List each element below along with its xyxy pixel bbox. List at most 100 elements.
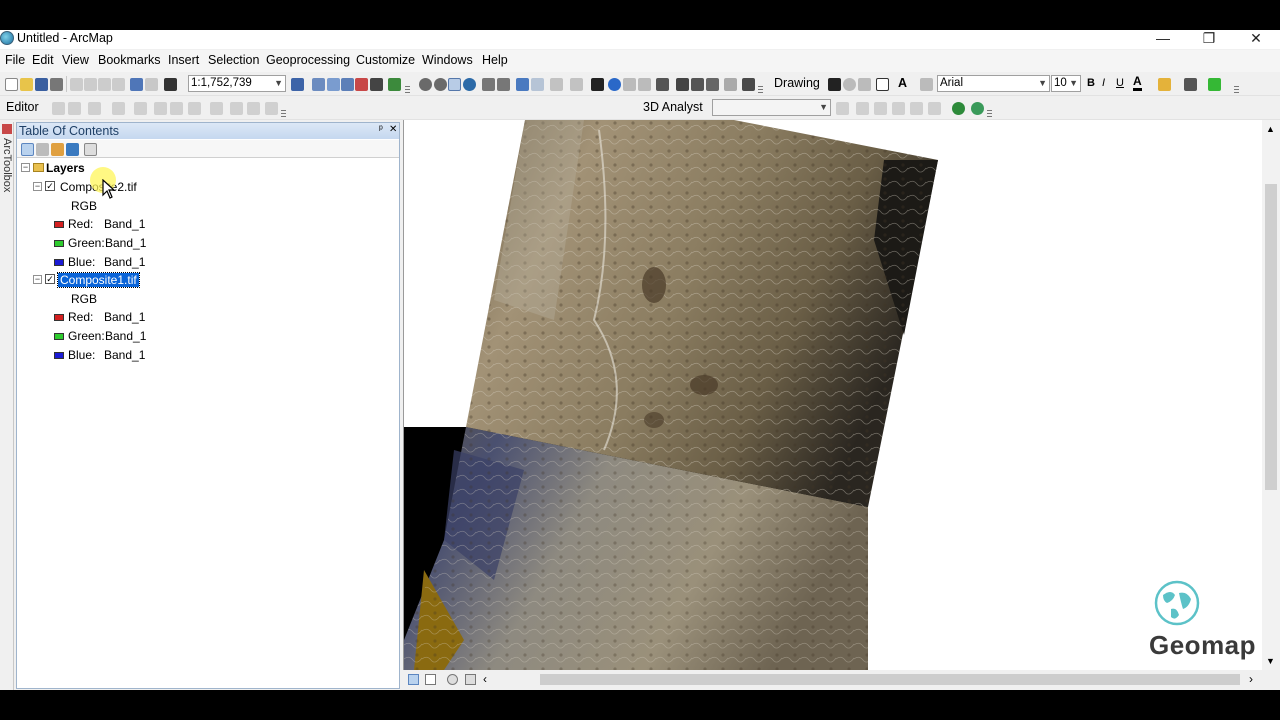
find-icon[interactable] <box>676 78 689 91</box>
fixed-zoom-in-icon[interactable] <box>482 78 495 91</box>
print-icon[interactable] <box>50 78 63 91</box>
identify-icon[interactable] <box>608 78 621 91</box>
restore-button[interactable]: ❐ <box>1186 30 1232 49</box>
bold-button[interactable]: B <box>1087 77 1095 89</box>
arctoolbox-strip[interactable]: ArcToolbox <box>0 122 14 690</box>
add-data-icon[interactable] <box>164 78 177 91</box>
rotate-tool-icon[interactable] <box>210 102 223 115</box>
vertical-scroll-thumb[interactable] <box>1265 184 1277 490</box>
delete-icon[interactable] <box>112 78 125 91</box>
arctoolbox-icon[interactable] <box>355 78 368 91</box>
marker-color-icon[interactable] <box>1208 78 1221 91</box>
drawing-menu[interactable]: Drawing <box>774 76 820 90</box>
find-route-icon[interactable] <box>691 78 704 91</box>
horizontal-scroll-thumb[interactable] <box>540 674 1240 685</box>
straight-segment-icon[interactable] <box>88 102 101 115</box>
new-document-icon[interactable] <box>5 78 18 91</box>
minimize-button[interactable]: — <box>1140 30 1186 49</box>
line-of-sight-icon[interactable] <box>874 102 887 115</box>
select-elements-icon[interactable] <box>591 78 604 91</box>
copy-icon[interactable] <box>84 78 97 91</box>
list-by-drawing-order-icon[interactable] <box>21 143 34 156</box>
model-builder-icon[interactable] <box>388 78 401 91</box>
back-extent-icon[interactable] <box>516 78 529 91</box>
menu-file[interactable]: File <box>5 53 25 67</box>
close-button[interactable]: ✕ <box>1233 30 1279 49</box>
arcglobe-icon[interactable] <box>971 102 984 115</box>
menu-selection[interactable]: Selection <box>208 53 259 67</box>
editor-toolbar-icon[interactable] <box>291 78 304 91</box>
rotate-icon[interactable] <box>843 78 856 91</box>
menu-windows[interactable]: Windows <box>422 53 473 67</box>
html-popup-icon[interactable] <box>638 78 651 91</box>
data-view-icon[interactable] <box>408 674 419 685</box>
toc-window-icon[interactable] <box>312 78 325 91</box>
fill-color-icon[interactable] <box>1158 78 1171 91</box>
layer-visibility-checkbox[interactable]: ✓ <box>45 181 55 191</box>
cut-icon[interactable] <box>70 78 83 91</box>
refresh-view-icon[interactable] <box>447 674 458 685</box>
steepest-path-icon[interactable] <box>856 102 869 115</box>
interpolate-point-icon[interactable] <box>910 102 923 115</box>
edit-annotation-icon[interactable] <box>68 102 81 115</box>
underline-button[interactable]: U <box>1116 77 1124 89</box>
undo-icon[interactable] <box>130 78 143 91</box>
toc-close-icon[interactable]: ✕ <box>389 124 397 135</box>
python-window-icon[interactable] <box>370 78 383 91</box>
scroll-down-icon[interactable]: ▼ <box>1266 656 1275 666</box>
measure-icon[interactable] <box>656 78 669 91</box>
menu-edit[interactable]: Edit <box>32 53 54 67</box>
open-folder-icon[interactable] <box>20 78 33 91</box>
edit-vertices-icon[interactable] <box>920 78 933 91</box>
zoom-to-elements-icon[interactable] <box>858 78 871 91</box>
reshape-icon[interactable] <box>154 102 167 115</box>
select-elements-icon-2[interactable] <box>828 78 841 91</box>
font-color-button[interactable]: A <box>1133 75 1142 91</box>
list-by-selection-icon[interactable] <box>66 143 79 156</box>
sketch-properties-icon[interactable] <box>247 102 260 115</box>
contour-icon[interactable] <box>836 102 849 115</box>
split-tool-icon[interactable] <box>134 102 147 115</box>
clear-selection-icon[interactable] <box>570 78 583 91</box>
editor-menu[interactable]: Editor <box>6 100 39 114</box>
layout-view-icon[interactable] <box>425 674 436 685</box>
save-icon[interactable] <box>35 78 48 91</box>
hyperlink-icon[interactable] <box>623 78 636 91</box>
menu-help[interactable]: Help <box>482 53 508 67</box>
map-scale-combo[interactable]: 1:1,752,739 ▼ <box>188 75 286 92</box>
select-features-icon[interactable] <box>550 78 563 91</box>
pause-drawing-icon[interactable] <box>465 674 476 685</box>
scroll-up-icon[interactable]: ▲ <box>1266 124 1275 134</box>
attributes-icon[interactable] <box>230 102 243 115</box>
layer-name-composite1[interactable]: Composite1.tif <box>57 272 140 288</box>
construction-tools-icon[interactable] <box>112 102 125 115</box>
edit-tool-icon[interactable] <box>52 102 65 115</box>
list-by-source-icon[interactable] <box>36 143 49 156</box>
3d-analyst-layer-combo[interactable]: ▼ <box>712 99 831 116</box>
pin-icon[interactable]: ᵖ <box>379 124 383 135</box>
pan-icon[interactable] <box>448 78 461 91</box>
zoom-out-icon[interactable] <box>434 78 447 91</box>
fixed-zoom-out-icon[interactable] <box>497 78 510 91</box>
arctoolbox-label[interactable]: ArcToolbox <box>1 138 13 192</box>
map-display[interactable] <box>403 120 1262 670</box>
new-text-icon[interactable]: A <box>898 76 907 90</box>
list-by-visibility-icon[interactable] <box>51 143 64 156</box>
split-icon[interactable] <box>188 102 201 115</box>
scroll-left-icon[interactable]: ‹ <box>483 672 487 686</box>
catalog-window-icon[interactable] <box>327 78 340 91</box>
zoom-in-icon[interactable] <box>419 78 432 91</box>
collapse-icon[interactable]: − <box>33 275 42 284</box>
menu-view[interactable]: View <box>62 53 89 67</box>
cut-polygons-icon[interactable] <box>170 102 183 115</box>
arcscene-icon[interactable] <box>952 102 965 115</box>
italic-button[interactable]: I <box>1102 77 1105 89</box>
font-name-combo[interactable]: Arial ▼ <box>937 75 1050 92</box>
search-window-icon[interactable] <box>341 78 354 91</box>
menu-insert[interactable]: Insert <box>168 53 199 67</box>
profile-graph-icon[interactable] <box>928 102 941 115</box>
layers-root[interactable]: Layers <box>46 161 85 175</box>
line-color-icon[interactable] <box>1184 78 1197 91</box>
time-slider-icon[interactable] <box>724 78 737 91</box>
menu-customize[interactable]: Customize <box>356 53 415 67</box>
